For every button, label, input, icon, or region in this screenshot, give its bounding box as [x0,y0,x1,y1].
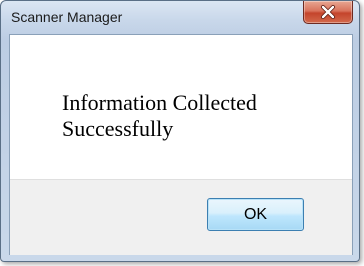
close-button[interactable] [303,1,353,24]
button-bar: OK [10,179,352,255]
dialog-window: Scanner Manager Information Collected Su… [0,0,360,262]
title-bar[interactable]: Scanner Manager [1,1,359,34]
message-line-1: Information Collected [62,90,257,115]
message-text: Information Collected Successfully [62,90,332,142]
ok-button[interactable]: OK [207,198,304,231]
message-area: Information Collected Successfully [10,35,352,179]
message-line-2: Successfully [62,116,174,141]
close-icon [321,5,335,19]
window-title: Scanner Manager [11,9,123,25]
dialog-body: Information Collected Successfully OK [9,34,353,255]
